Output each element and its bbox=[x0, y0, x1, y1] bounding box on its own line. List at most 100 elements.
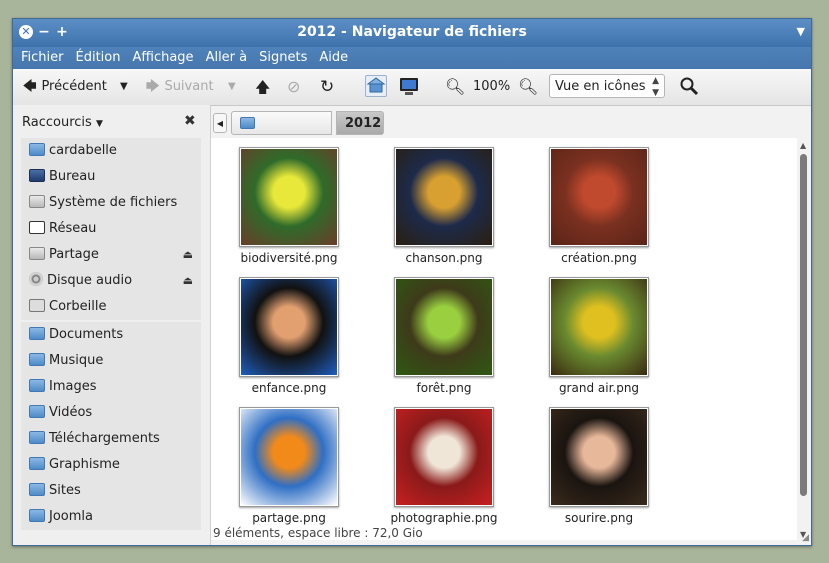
menu-fichier[interactable]: Fichier bbox=[13, 47, 70, 69]
file-name: grand air.png bbox=[558, 381, 640, 395]
sidebar-header[interactable]: Raccourcis ▼ bbox=[22, 115, 103, 130]
sidebar-item-label: Vidéos bbox=[49, 405, 93, 420]
scroll-up-icon[interactable]: ▲ bbox=[800, 141, 806, 150]
close-sidebar-button[interactable]: ✖ bbox=[184, 113, 196, 129]
image-icon bbox=[551, 149, 647, 245]
zoom-in-icon[interactable]: 🔍︎ bbox=[518, 77, 538, 97]
sidebar-item-reseau[interactable]: Réseau bbox=[21, 216, 201, 242]
sidebar-item-label: Graphisme bbox=[49, 457, 120, 472]
image-icon bbox=[241, 149, 337, 245]
file-item[interactable]: sourire.png bbox=[539, 407, 659, 525]
image-icon bbox=[241, 279, 337, 375]
zoom-level: 100% bbox=[473, 79, 511, 94]
sidebar-item-disque-audio[interactable]: Disque audio ⏏ bbox=[21, 268, 201, 294]
file-thumbnail bbox=[394, 407, 494, 507]
folder-icon bbox=[29, 327, 45, 340]
file-name: forêt.png bbox=[416, 381, 472, 395]
up-arrow-icon[interactable]: 🡅 bbox=[255, 77, 270, 97]
forward-button-label: Suivant bbox=[164, 79, 214, 94]
image-icon bbox=[551, 279, 647, 375]
menu-aide[interactable]: Aide bbox=[313, 47, 354, 69]
filesystem-icon bbox=[29, 195, 45, 208]
audio-disc-icon bbox=[29, 272, 43, 286]
file-item[interactable]: enfance.png bbox=[229, 277, 349, 395]
view-mode-select[interactable]: Vue en icônes ▲ ▼ bbox=[549, 74, 665, 98]
home-icon[interactable] bbox=[365, 75, 387, 97]
sidebar-item-filesystem[interactable]: Système de fichiers bbox=[21, 190, 201, 216]
sidebar-item-documents[interactable]: Documents bbox=[21, 322, 201, 348]
file-item[interactable]: chanson.png bbox=[384, 147, 504, 265]
sidebar-item-musique[interactable]: Musique bbox=[21, 348, 201, 374]
sidebar-header-label: Raccourcis bbox=[22, 115, 92, 130]
sidebar-item-bureau[interactable]: Bureau bbox=[21, 164, 201, 190]
arrow-right-icon: 🡆 bbox=[146, 79, 160, 94]
file-item[interactable]: photographie.png bbox=[384, 407, 504, 525]
forward-history-dropdown[interactable]: ▼ bbox=[228, 77, 236, 97]
sidebar-item-corbeille[interactable]: Corbeille bbox=[21, 294, 201, 320]
menu-edition[interactable]: Édition bbox=[70, 47, 127, 69]
sidebar-item-label: Bureau bbox=[49, 169, 96, 184]
image-icon bbox=[241, 409, 337, 505]
status-bar: 9 éléments, espace libre : 72,0 Gio bbox=[213, 526, 423, 540]
sidebar-item-videos[interactable]: Vidéos bbox=[21, 400, 201, 426]
sidebar-item-sites[interactable]: Sites bbox=[21, 478, 201, 504]
sidebar-item-label: Musique bbox=[49, 353, 104, 368]
file-name: sourire.png bbox=[564, 511, 634, 525]
home-folder-icon bbox=[29, 143, 45, 156]
stop-icon[interactable]: ⊘ bbox=[287, 77, 300, 97]
computer-icon[interactable] bbox=[398, 75, 420, 95]
window-menu-button[interactable]: ▼ bbox=[797, 25, 805, 38]
network-icon bbox=[29, 221, 45, 234]
pictures-folder-icon bbox=[29, 379, 45, 392]
file-thumbnail bbox=[239, 277, 339, 377]
search-icon[interactable] bbox=[679, 76, 699, 96]
sidebar-item-telechargements[interactable]: Téléchargements bbox=[21, 426, 201, 452]
folder-icon bbox=[29, 483, 45, 496]
resize-grip-icon[interactable]: ◢ bbox=[802, 533, 809, 543]
sidebar-item-partage[interactable]: Partage ⏏ bbox=[21, 242, 201, 268]
file-thumbnail bbox=[239, 147, 339, 247]
file-grid: biodiversité.png chanson.png création.pn… bbox=[211, 138, 797, 540]
scrollbar-thumb[interactable] bbox=[800, 154, 807, 496]
reload-icon[interactable]: ↻ bbox=[320, 77, 334, 97]
sidebar-item-label: Documents bbox=[49, 327, 124, 342]
path-scroll-left-button[interactable]: ◀ bbox=[213, 113, 227, 133]
title-bar: ✕ − + 2012 - Navigateur de fichiers ▼ bbox=[13, 19, 811, 47]
menu-signets[interactable]: Signets bbox=[253, 47, 313, 69]
sidebar-item-label: cardabelle bbox=[49, 143, 117, 158]
sidebar-item-label: Images bbox=[49, 379, 97, 394]
file-manager-window: ✕ − + 2012 - Navigateur de fichiers ▼ Fi… bbox=[12, 18, 812, 546]
folder-icon bbox=[29, 509, 45, 522]
menu-affichage[interactable]: Affichage bbox=[126, 47, 199, 69]
spin-arrows-icon: ▲ ▼ bbox=[652, 76, 659, 98]
file-item[interactable]: création.png bbox=[539, 147, 659, 265]
vertical-scrollbar[interactable]: ▲ ▼ bbox=[797, 138, 811, 542]
file-item[interactable]: biodiversité.png bbox=[229, 147, 349, 265]
breadcrumb-current[interactable]: 2012 bbox=[336, 111, 384, 135]
file-thumbnail bbox=[549, 147, 649, 247]
image-icon bbox=[396, 149, 492, 245]
sidebar-item-joomla[interactable]: Joomla bbox=[21, 504, 201, 530]
file-item[interactable]: partage.png bbox=[229, 407, 349, 525]
menu-aller-a[interactable]: Aller à bbox=[200, 47, 254, 69]
file-item[interactable]: grand air.png bbox=[539, 277, 659, 395]
sidebar-item-label: Joomla bbox=[49, 509, 93, 524]
eject-icon[interactable]: ⏏ bbox=[183, 242, 193, 268]
file-name: partage.png bbox=[252, 511, 326, 525]
zoom-out-icon[interactable]: 🔍︎ bbox=[445, 77, 465, 97]
file-thumbnail bbox=[239, 407, 339, 507]
forward-button[interactable]: 🡆 Suivant bbox=[146, 77, 214, 97]
back-button[interactable]: 🡄 Précédent bbox=[23, 77, 107, 97]
sidebar-item-graphisme[interactable]: Graphisme bbox=[21, 452, 201, 478]
file-item[interactable]: forêt.png bbox=[384, 277, 504, 395]
videos-folder-icon bbox=[29, 405, 45, 418]
sidebar-item-cardabelle[interactable]: cardabelle bbox=[21, 138, 201, 164]
sidebar-item-label: Système de fichiers bbox=[49, 195, 178, 210]
breadcrumb-home[interactable]: cardabelle bbox=[231, 111, 332, 155]
back-history-dropdown[interactable]: ▼ bbox=[120, 77, 128, 97]
sidebar-item-images[interactable]: Images bbox=[21, 374, 201, 400]
image-icon bbox=[396, 409, 492, 505]
file-thumbnail bbox=[549, 407, 649, 507]
drive-icon bbox=[29, 247, 45, 260]
eject-icon[interactable]: ⏏ bbox=[183, 268, 193, 294]
